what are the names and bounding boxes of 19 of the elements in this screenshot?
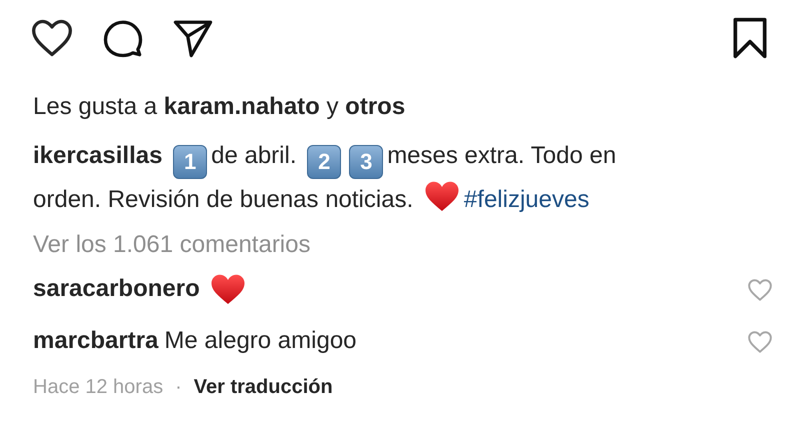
caption-text: orden. Revisión de buenas noticias. xyxy=(33,186,414,213)
keycap-emoji: 2 xyxy=(307,145,342,179)
username[interactable]: saracarbonero xyxy=(33,272,200,306)
heart-emoji-icon xyxy=(210,272,246,306)
separator-dot: · xyxy=(175,375,182,400)
heart-icon xyxy=(747,276,773,303)
caption-text: meses extra. Todo en xyxy=(387,142,616,169)
keycap-emoji: 1 xyxy=(173,145,208,179)
username[interactable]: ikercasillas xyxy=(33,142,170,169)
caption-text: de abril. xyxy=(211,142,297,169)
hashtag-link[interactable]: #felizjueves xyxy=(464,186,590,213)
heart-emoji-icon xyxy=(424,179,460,213)
keycap-emoji: 3 xyxy=(349,145,384,179)
translate-link[interactable]: Ver traducción xyxy=(194,370,333,404)
username[interactable]: marcbartra xyxy=(33,324,158,358)
comment-text: Me alegro amigoo xyxy=(164,326,357,356)
heart-icon xyxy=(747,328,773,355)
likes-text: Les gusta a karam.nahato y otros xyxy=(33,92,406,122)
timestamp: Hace 12 horas xyxy=(33,375,164,400)
